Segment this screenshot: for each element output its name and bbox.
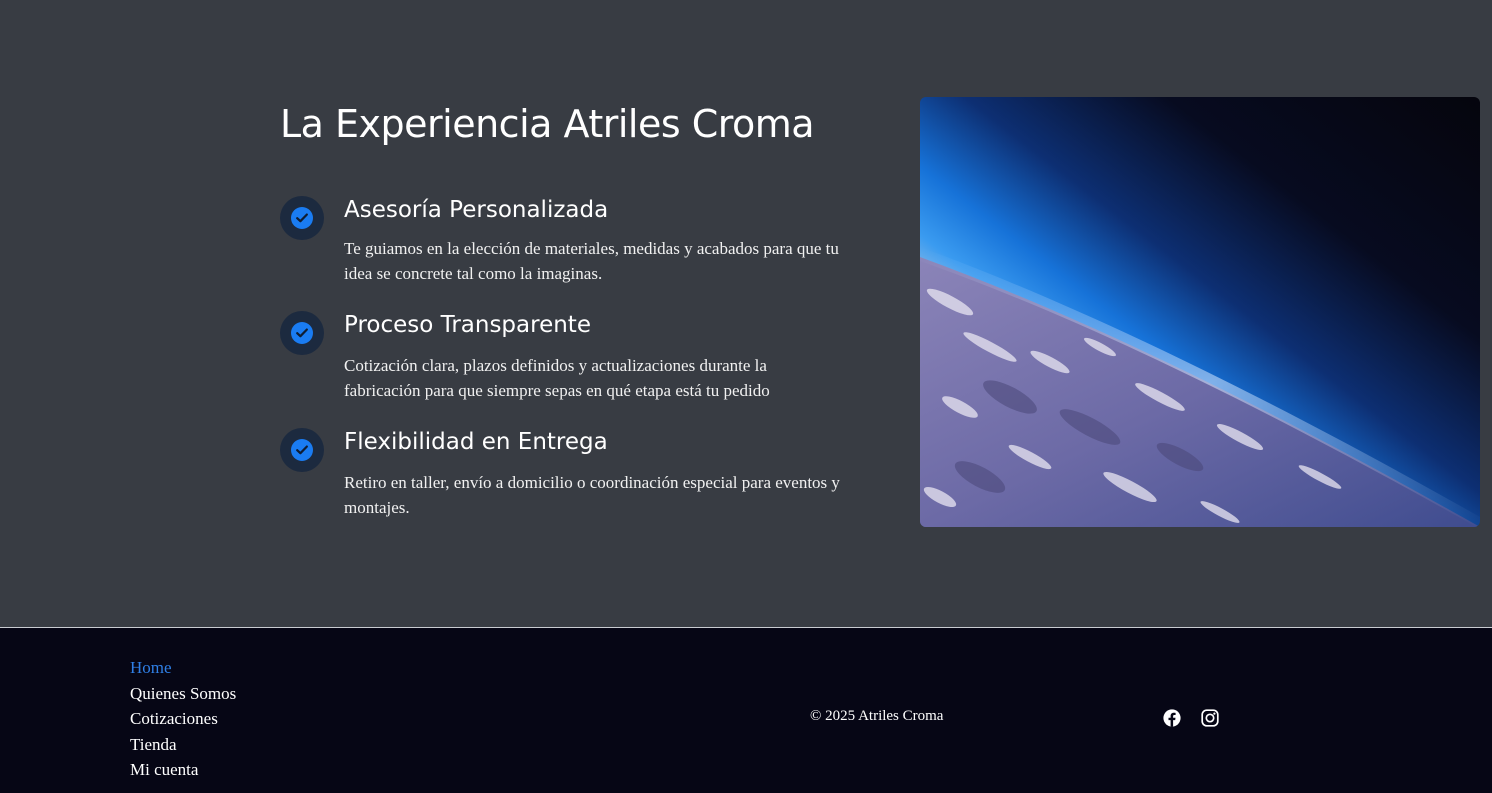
- check-circle-icon: [280, 196, 324, 240]
- footer-link-tienda[interactable]: Tienda: [130, 732, 236, 758]
- site-footer: Home Quienes Somos Cotizaciones Tienda M…: [0, 627, 1492, 793]
- feature-heading: Asesoría Personalizada: [344, 197, 609, 223]
- feature-text: Retiro en taller, envío a domicilio o co…: [344, 473, 840, 517]
- check-circle-icon: [280, 311, 324, 355]
- feature-heading: Flexibilidad en Entrega: [344, 429, 608, 455]
- feature-text: Te guiamos en la elección de materiales,…: [344, 239, 839, 283]
- copyright-text: © 2025 Atriles Croma: [810, 708, 944, 724]
- feature-text: Cotización clara, plazos definidos y act…: [344, 356, 770, 400]
- check-circle-icon: [280, 428, 324, 472]
- instagram-icon[interactable]: [1201, 709, 1219, 727]
- footer-link-cotizaciones[interactable]: Cotizaciones: [130, 706, 236, 732]
- section-title: La Experiencia Atriles Croma: [280, 102, 815, 146]
- earth-from-space-image: [920, 97, 1480, 527]
- footer-link-home[interactable]: Home: [130, 655, 236, 681]
- footer-link-quienes-somos[interactable]: Quienes Somos: [130, 681, 236, 707]
- facebook-icon[interactable]: [1163, 709, 1181, 727]
- feature-heading: Proceso Transparente: [344, 312, 591, 338]
- footer-link-mi-cuenta[interactable]: Mi cuenta: [130, 757, 236, 783]
- experience-section: La Experiencia Atriles Croma Asesoría Pe…: [0, 0, 1492, 627]
- footer-nav: Home Quienes Somos Cotizaciones Tienda M…: [130, 655, 236, 783]
